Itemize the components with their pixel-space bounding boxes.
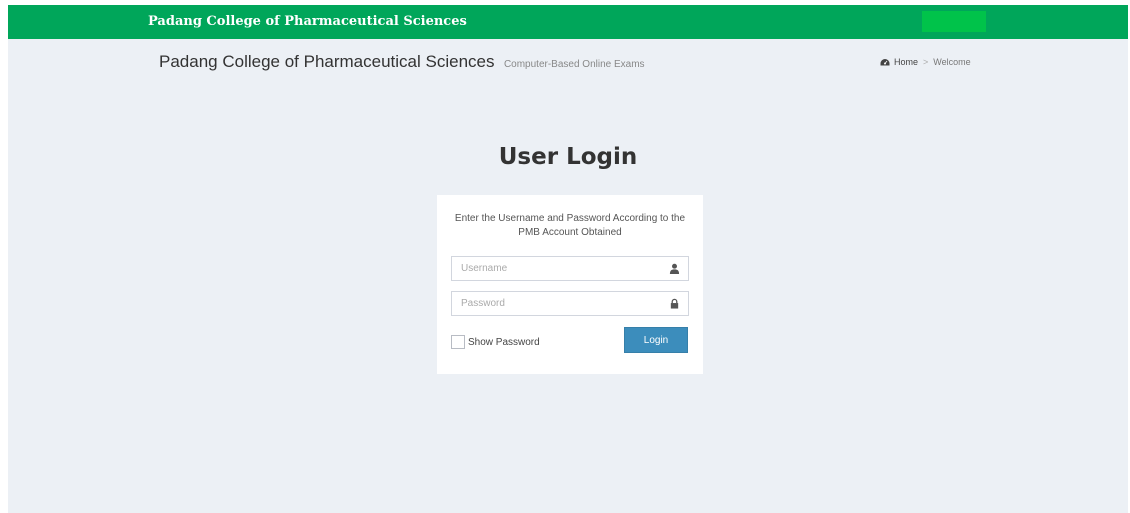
show-password-label: Show Password	[468, 336, 540, 348]
user-icon	[669, 263, 680, 274]
breadcrumb-separator: >	[923, 57, 929, 67]
username-field	[451, 256, 689, 281]
password-input[interactable]	[452, 292, 671, 315]
navbar-action-button[interactable]	[922, 11, 986, 32]
breadcrumb-home-link[interactable]: Home	[880, 57, 918, 67]
login-box: Enter the Username and Password Accordin…	[437, 195, 703, 374]
page-subtitle: Computer-Based Online Exams	[503, 59, 645, 70]
username-input[interactable]	[452, 257, 671, 280]
password-field	[451, 291, 689, 316]
page-header: Padang College of Pharmaceutical Science…	[159, 52, 645, 72]
lock-icon	[670, 298, 679, 309]
top-navbar: Padang College of Pharmaceutical Science…	[8, 5, 1128, 39]
breadcrumb-current: Welcome	[933, 57, 971, 67]
show-password-toggle[interactable]: Show Password	[451, 335, 540, 349]
breadcrumb-home-label: Home	[894, 57, 919, 67]
dashboard-icon	[880, 58, 890, 65]
navbar-brand[interactable]: Padang College of Pharmaceutical Science…	[148, 5, 467, 39]
login-title: User Login	[498, 144, 638, 170]
page-title: Padang College of Pharmaceutical Science…	[159, 52, 495, 71]
breadcrumb: Home > Welcome	[880, 57, 971, 67]
app-frame: Padang College of Pharmaceutical Science…	[8, 5, 1128, 513]
login-button[interactable]: Login	[624, 327, 688, 353]
login-message: Enter the Username and Password Accordin…	[454, 213, 686, 238]
show-password-checkbox[interactable]	[451, 335, 465, 349]
